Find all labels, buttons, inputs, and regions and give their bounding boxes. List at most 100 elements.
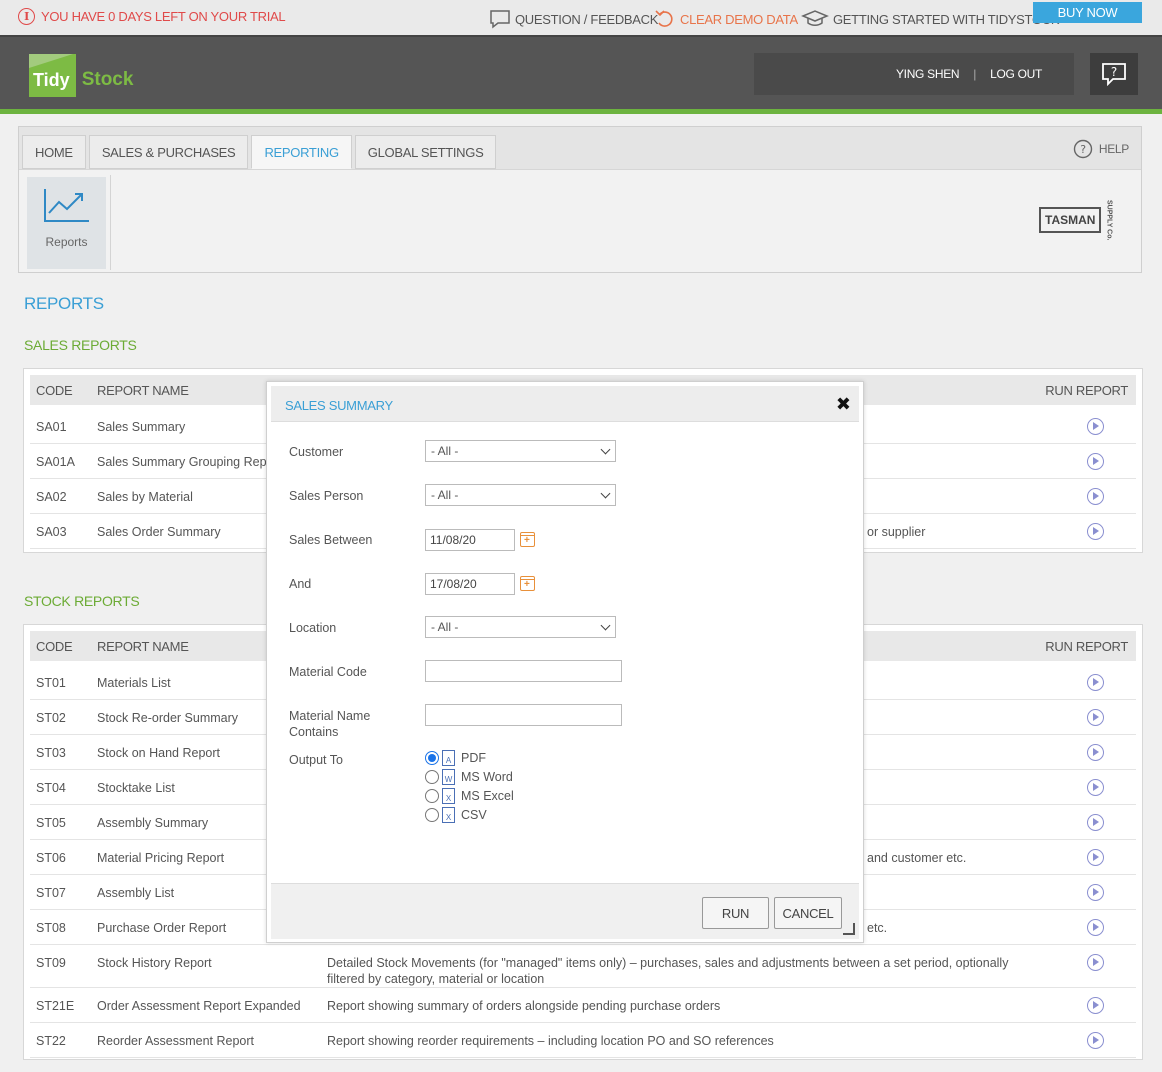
report-code: ST05	[36, 816, 66, 830]
chart-trend-icon	[43, 189, 89, 222]
output-label: CSV	[461, 808, 487, 822]
output-radio[interactable]	[425, 789, 439, 803]
question-feedback-label: QUESTION / FEEDBACK	[515, 11, 659, 27]
run-button[interactable]: RUN	[702, 897, 769, 929]
output-option[interactable]: X CSV	[425, 807, 487, 823]
run-report-icon[interactable]	[1087, 814, 1104, 831]
run-report-icon[interactable]	[1087, 919, 1104, 936]
report-name: Assembly Summary	[97, 816, 209, 830]
start-date-input[interactable]: 11/08/20	[425, 529, 515, 551]
getting-started-label: GETTING STARTED WITH TIDYSTOCK	[833, 11, 1060, 27]
logout-link[interactable]: LOG OUT	[990, 67, 1042, 81]
run-report-icon[interactable]	[1087, 849, 1104, 866]
report-name: Purchase Order Report	[97, 921, 227, 935]
col-report-name: REPORT NAME	[97, 639, 189, 654]
report-code: SA01A	[36, 455, 75, 469]
customer-select[interactable]: - All -	[425, 440, 616, 462]
col-run-report: RUN REPORT	[1045, 383, 1128, 398]
run-report-icon[interactable]	[1087, 674, 1104, 691]
svg-text:?: ?	[1111, 65, 1117, 79]
dialog-title: SALES SUMMARY	[285, 398, 393, 413]
run-report-icon[interactable]	[1087, 884, 1104, 901]
report-code: ST01	[36, 676, 66, 690]
output-label: MS Word	[461, 770, 513, 784]
tab-home[interactable]: HOME	[22, 135, 86, 169]
report-code: SA02	[36, 490, 67, 504]
dialog-footer: RUN CANCEL	[271, 883, 859, 939]
report-name: Stocktake List	[97, 781, 175, 795]
material-name-input[interactable]	[425, 704, 622, 726]
report-description: Detailed Stock Movements (for "managed" …	[327, 956, 1009, 970]
run-report-icon[interactable]	[1087, 1032, 1104, 1049]
and-label: And	[289, 577, 312, 591]
calendar-icon[interactable]	[520, 532, 535, 547]
page-title: REPORTS	[24, 294, 104, 313]
material-code-input[interactable]	[425, 660, 622, 682]
table-row: ST21E Order Assessment Report Expanded Rep…	[30, 988, 1136, 1023]
output-option[interactable]: X MS Excel	[425, 788, 514, 804]
report-name: Stock History Report	[97, 956, 212, 970]
logo-tidy: Tidy	[29, 54, 76, 97]
run-report-icon[interactable]	[1087, 997, 1104, 1014]
run-report-icon[interactable]	[1087, 709, 1104, 726]
run-report-icon[interactable]	[1087, 523, 1104, 540]
calendar-icon[interactable]	[520, 576, 535, 591]
report-name: Stock Re-order Summary	[97, 711, 239, 725]
buy-now-button[interactable]: BUY NOW	[1033, 2, 1142, 23]
report-name: Assembly List	[97, 886, 175, 900]
help-chat-button[interactable]: ?	[1090, 53, 1138, 95]
top-bar: i YOU HAVE 0 DAYS LEFT ON YOUR TRIAL QUE…	[0, 0, 1162, 35]
output-radio[interactable]	[425, 770, 439, 784]
file-type-icon: A	[442, 750, 455, 766]
report-name: Sales Summary Grouping Repo	[97, 455, 274, 469]
report-code: SA03	[36, 525, 67, 539]
output-option[interactable]: W MS Word	[425, 769, 513, 785]
col-report-name: REPORT NAME	[97, 383, 189, 398]
main-tabs: HOME SALES & PURCHASES REPORTING GLOBAL …	[22, 135, 497, 169]
location-select[interactable]: - All -	[425, 616, 616, 638]
help-link[interactable]: ? HELP	[1073, 139, 1129, 159]
end-date-input[interactable]: 17/08/20	[425, 573, 515, 595]
user-name[interactable]: YING SHEN	[896, 67, 960, 81]
run-report-icon[interactable]	[1087, 453, 1104, 470]
svg-text:?: ?	[1080, 143, 1086, 156]
output-to-label: Output To	[289, 753, 343, 767]
report-code: ST08	[36, 921, 66, 935]
getting-started-link[interactable]: GETTING STARTED WITH TIDYSTOCK	[801, 9, 1060, 29]
run-report-icon[interactable]	[1087, 418, 1104, 435]
run-report-icon[interactable]	[1087, 744, 1104, 761]
output-radio[interactable]	[425, 808, 439, 822]
help-bubble-icon: ?	[1102, 63, 1126, 86]
close-icon[interactable]: ✖	[836, 394, 851, 415]
tab-sales-purchases[interactable]: SALES & PURCHASES	[88, 135, 249, 169]
sales-reports-title: SALES REPORTS	[24, 337, 137, 353]
run-report-icon[interactable]	[1087, 779, 1104, 796]
header-accent-stripe	[0, 109, 1162, 114]
output-option[interactable]: A PDF	[425, 750, 486, 766]
info-icon: i	[18, 8, 35, 25]
output-radio[interactable]	[425, 751, 439, 765]
report-description: and customer etc.	[867, 851, 967, 865]
sales-person-select[interactable]: - All -	[425, 484, 616, 506]
resize-grip-icon[interactable]	[843, 923, 855, 935]
clear-demo-data-label: CLEAR DEMO DATA	[680, 11, 798, 27]
run-report-icon[interactable]	[1087, 954, 1104, 971]
tab-reporting[interactable]: REPORTING	[251, 135, 352, 169]
report-name: Reorder Assessment Report	[97, 1034, 255, 1048]
tidystock-logo: Tidy Stock	[29, 49, 133, 97]
output-label: MS Excel	[461, 789, 514, 803]
material-code-label: Material Code	[289, 665, 367, 679]
report-code: ST04	[36, 781, 66, 795]
run-report-icon[interactable]	[1087, 488, 1104, 505]
report-name: Order Assessment Report Expanded	[97, 999, 301, 1013]
user-separator: |	[973, 67, 977, 81]
reports-tile[interactable]: Reports	[27, 177, 106, 269]
file-type-icon: X	[442, 807, 455, 823]
table-row: ST22 Reorder Assessment Report Report show…	[30, 1023, 1136, 1058]
question-feedback-link[interactable]: QUESTION / FEEDBACK	[489, 9, 658, 29]
cancel-button[interactable]: CANCEL	[774, 897, 842, 929]
tab-global-settings[interactable]: GLOBAL SETTINGS	[354, 135, 497, 169]
output-label: PDF	[461, 751, 486, 765]
report-description: etc.	[867, 921, 888, 935]
clear-demo-data-link[interactable]: CLEAR DEMO DATA	[654, 9, 798, 29]
